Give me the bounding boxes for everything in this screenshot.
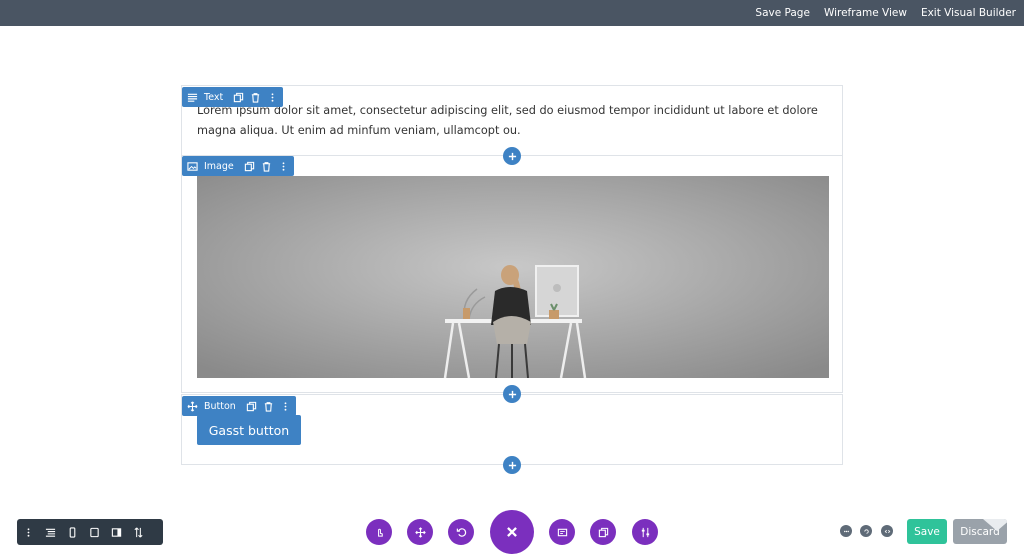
code-icon xyxy=(884,529,890,533)
sort-arrows-icon[interactable] xyxy=(133,527,144,538)
trash-icon[interactable] xyxy=(250,92,261,103)
text-module-label: Text xyxy=(204,91,224,103)
menu-dots-icon[interactable] xyxy=(23,527,34,538)
text-module[interactable]: Text Lorem ipsum dolor sit amet, consect… xyxy=(181,85,843,156)
top-bar: Save Page Wireframe View Exit Visual Bui… xyxy=(0,0,1024,26)
phone-view-icon[interactable] xyxy=(67,526,78,538)
button-module[interactable]: Button Gasst button xyxy=(181,394,843,465)
plus-icon xyxy=(508,152,516,160)
top-bar-actions: Save Page Wireframe View Exit Visual Bui… xyxy=(755,0,1016,26)
move-arrows-icon xyxy=(414,526,426,538)
copy-icon xyxy=(598,527,608,537)
undo-button[interactable] xyxy=(448,519,474,545)
add-section-button[interactable] xyxy=(503,456,521,474)
trash-icon[interactable] xyxy=(261,161,272,172)
plus-icon xyxy=(508,390,516,398)
window-icon xyxy=(557,528,567,536)
image-module-toolbar: Image xyxy=(182,156,294,176)
save-page-link[interactable]: Save Page xyxy=(755,7,810,19)
desktop-view-icon[interactable] xyxy=(111,527,122,538)
tablet-view-icon[interactable] xyxy=(89,527,100,538)
ghost-button[interactable]: Gasst button xyxy=(197,415,301,445)
history-button[interactable] xyxy=(590,519,616,545)
text-lines-icon xyxy=(187,92,198,103)
woman-at-desk-illustration xyxy=(197,176,829,378)
plus-icon xyxy=(508,461,516,469)
office-photo[interactable] xyxy=(197,176,829,378)
hand-pointer-icon xyxy=(377,528,383,537)
move-button[interactable] xyxy=(407,519,433,545)
portability-button[interactable] xyxy=(549,519,575,545)
dots-icon xyxy=(843,530,849,532)
duplicate-icon[interactable] xyxy=(244,161,255,172)
duplicate-icon[interactable] xyxy=(233,92,244,103)
code-button[interactable] xyxy=(881,525,893,537)
help-button[interactable] xyxy=(840,525,852,537)
trash-icon[interactable] xyxy=(263,401,274,412)
text-module-toolbar: Text xyxy=(182,87,284,107)
close-builder-button[interactable] xyxy=(490,510,534,554)
discard-button[interactable]: Discard xyxy=(953,519,1007,544)
page-settings-bar xyxy=(17,519,163,545)
more-options-icon[interactable] xyxy=(267,92,278,103)
button-module-toolbar: Button xyxy=(182,396,296,416)
move-icon[interactable] xyxy=(187,401,198,412)
search-button[interactable] xyxy=(860,525,872,537)
refresh-icon xyxy=(863,528,869,534)
duplicate-icon[interactable] xyxy=(246,401,257,412)
more-options-icon[interactable] xyxy=(278,161,289,172)
load-layout-button[interactable] xyxy=(366,519,392,545)
exit-visual-builder-link[interactable]: Exit Visual Builder xyxy=(921,7,1016,19)
image-module-label: Image xyxy=(204,160,234,172)
text-module-content[interactable]: Lorem ipsum dolor sit amet, consectetur … xyxy=(197,101,827,141)
more-options-icon[interactable] xyxy=(280,401,291,412)
layers-icon[interactable] xyxy=(45,527,56,538)
sliders-icon xyxy=(641,527,649,537)
button-module-label: Button xyxy=(204,400,236,412)
close-icon xyxy=(507,527,517,537)
undo-icon xyxy=(456,527,466,537)
add-module-button[interactable] xyxy=(503,147,521,165)
save-button[interactable]: Save xyxy=(907,519,947,544)
image-icon xyxy=(187,161,198,172)
wireframe-view-link[interactable]: Wireframe View xyxy=(824,7,907,19)
image-module[interactable]: Image xyxy=(181,156,843,393)
add-module-button[interactable] xyxy=(503,385,521,403)
page-fold-corner xyxy=(983,519,1007,531)
page-settings-button[interactable] xyxy=(632,519,658,545)
